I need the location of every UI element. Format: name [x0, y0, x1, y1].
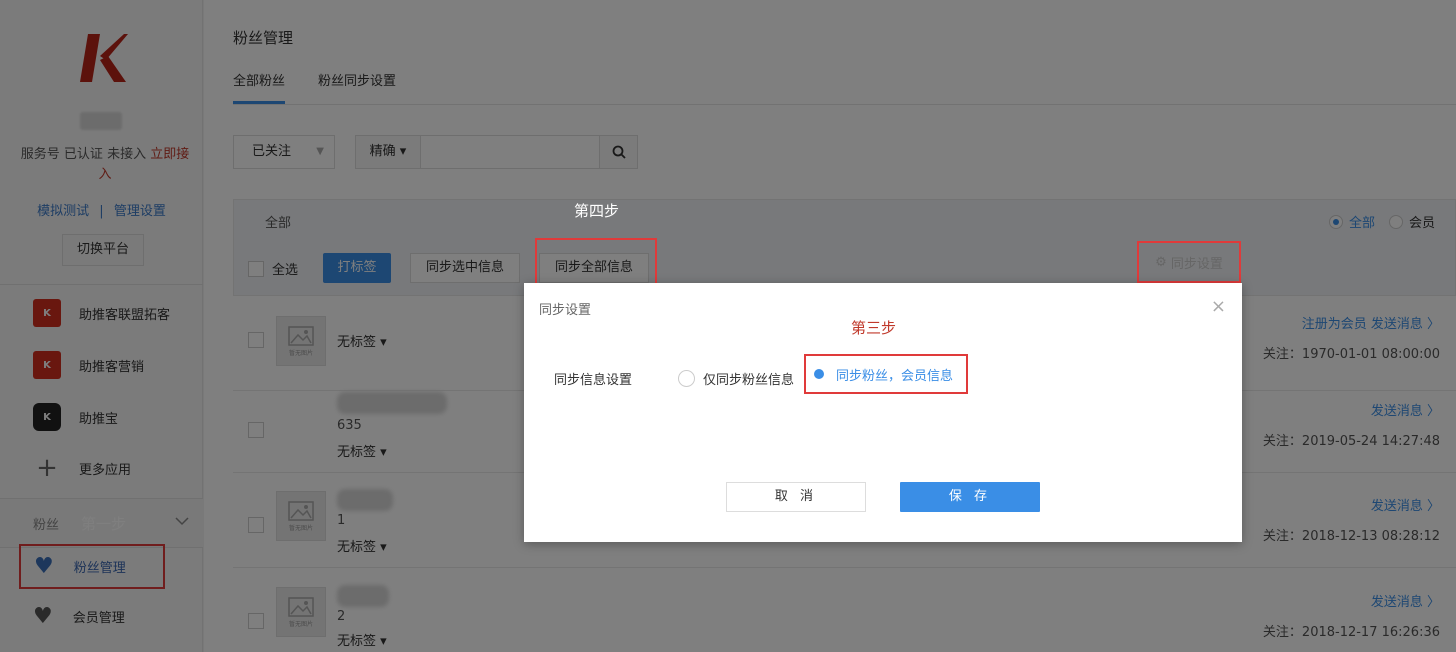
close-icon[interactable]: ×: [1211, 296, 1226, 317]
sync-settings-button[interactable]: ⚙ 同步设置: [1137, 241, 1241, 283]
cancel-button[interactable]: 取 消: [726, 482, 866, 512]
option-fans-and-members[interactable]: 同步粉丝，会员信息: [804, 354, 968, 394]
dialog-title: 同步设置: [539, 303, 592, 318]
option-fans-only[interactable]: 仅同步粉丝信息: [678, 369, 794, 388]
gear-icon: ⚙: [1155, 254, 1167, 270]
save-button[interactable]: 保 存: [900, 482, 1040, 512]
step4-annotation: 第四步: [574, 202, 620, 220]
radio-fans-and-members-selected[interactable]: [814, 369, 824, 379]
sync-settings-dialog: 同步设置 × 第三步 同步信息设置 仅同步粉丝信息 同步粉丝，会员信息 取 消 …: [524, 283, 1242, 542]
sync-info-label: 同步信息设置: [554, 373, 633, 388]
step4-highlight-box: [535, 238, 657, 287]
radio-fans-only[interactable]: [678, 370, 695, 387]
step3-annotation: 第三步: [851, 319, 897, 337]
